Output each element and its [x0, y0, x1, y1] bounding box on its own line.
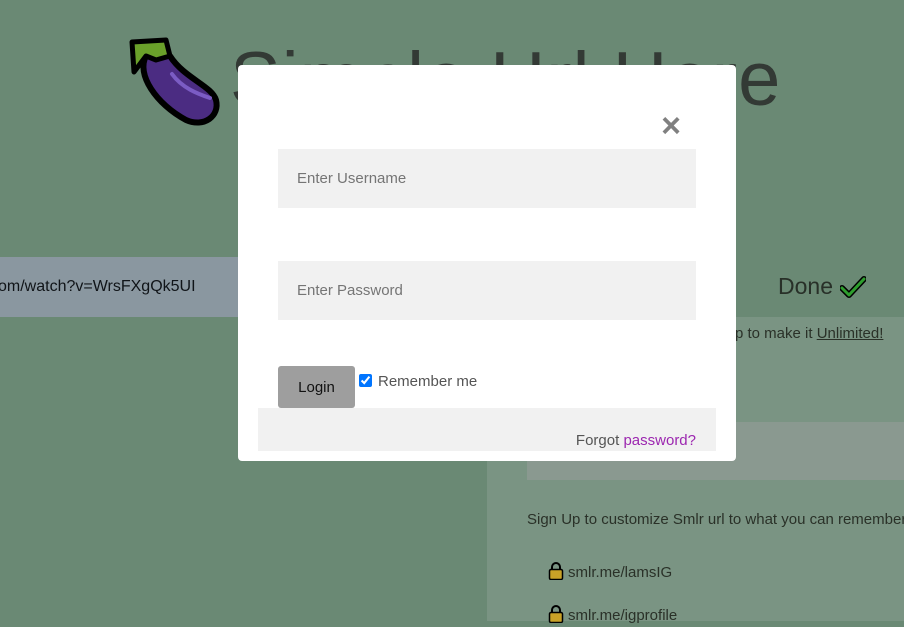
list-item[interactable]: smlr.me/igprofile [548, 605, 677, 627]
eggplant-icon [126, 34, 222, 130]
remember-checkbox[interactable] [359, 374, 372, 387]
signup-text: Sign Up to customize Smlr url to what yo… [527, 511, 904, 528]
lock-icon [548, 605, 564, 627]
forgot-prefix: Forgot [575, 432, 624, 449]
check-icon [839, 276, 867, 298]
upgrade-text: p to make it Unlimited! [735, 325, 883, 342]
remember-me[interactable]: Remember me [359, 373, 477, 390]
link-text: smlr.me/igprofile [568, 607, 678, 624]
url-input-display[interactable]: om/watch?v=WrsFXgQk5UI [0, 257, 240, 317]
password-input[interactable] [278, 261, 696, 320]
list-item[interactable]: smlr.me/lamsIG [548, 562, 672, 584]
username-input[interactable] [278, 149, 696, 208]
unlimited-link[interactable]: Unlimited! [817, 325, 884, 342]
login-button[interactable]: Login [278, 366, 355, 408]
upgrade-prefix: p to make it [735, 325, 817, 342]
link-text: smlr.me/lamsIG [568, 564, 673, 581]
lock-icon [548, 562, 564, 584]
modal-footer: Forgot password? [258, 408, 716, 451]
remember-label: Remember me [378, 373, 478, 390]
forgot-text: Forgot password? [576, 432, 696, 449]
forgot-password-link[interactable]: password? [623, 432, 696, 449]
url-value: om/watch?v=WrsFXgQk5UI [0, 278, 196, 295]
close-icon[interactable]: × [656, 109, 686, 143]
done-label: Done [778, 273, 833, 299]
login-modal: × Login Remember me Forgot password? [238, 65, 736, 461]
